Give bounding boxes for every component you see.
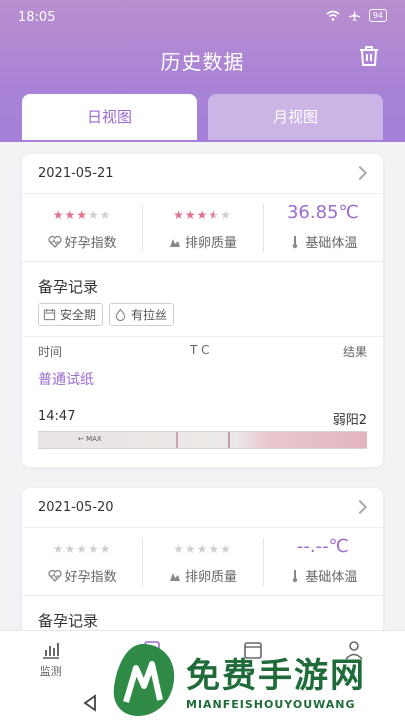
result-time: 14:47 — [38, 409, 76, 424]
heart-pulse-icon — [48, 569, 62, 582]
record-tags: 安全期 有拉丝 — [38, 303, 383, 326]
drop-icon — [115, 308, 126, 321]
pregnancy-index: ★★★★★ 好孕指数 — [22, 528, 142, 595]
record-date: 2021-05-20 — [38, 500, 114, 515]
pregnancy-index: ★★★★★ 好孕指数 — [22, 194, 142, 261]
page-title: 历史数据 — [160, 50, 245, 74]
metric-label: 好孕指数 — [64, 236, 117, 251]
strip-line — [228, 432, 230, 448]
card-date-row[interactable]: 2021-05-21 — [22, 154, 383, 194]
thermometer-icon — [293, 569, 298, 582]
col-time: 时间 — [38, 345, 63, 359]
chevron-right-icon[interactable] — [352, 499, 368, 515]
chart-icon — [42, 643, 59, 659]
test-strip-image: ← MAX — [38, 431, 367, 449]
heart-pulse-icon — [48, 235, 62, 248]
metrics-row: ★★★★★ 好孕指数 ★★★★★ 排卵质量 36.85℃ 基础体温 — [22, 194, 383, 262]
record-card[interactable]: 2021-05-20 ★★★★★ 好孕指数 ★★★★★ 排卵质量 --.--℃ — [22, 488, 383, 630]
temperature-value: 36.85℃ — [286, 202, 359, 223]
basal-temperature: 36.85℃ 基础体温 — [262, 194, 383, 261]
tab-day-view[interactable]: 日视图 — [22, 94, 197, 140]
tab-month-view[interactable]: 月视图 — [208, 94, 383, 140]
metric-label: 基础体温 — [305, 236, 358, 251]
watermark-text: 免费手游网 — [186, 656, 366, 696]
metric-label: 排卵质量 — [184, 236, 237, 251]
test-table-header: 时间 T C 结果 — [22, 337, 383, 365]
nav-item-monitor[interactable]: 监测 — [0, 631, 101, 686]
calendar-icon — [43, 308, 56, 321]
airplane-icon — [348, 9, 360, 22]
watermark-subtext: MIANFEISHOUYOUWANG — [186, 698, 356, 711]
metric-label: 排卵质量 — [184, 570, 237, 585]
watermark: 免费手游网 MIANFEISHOUYOUWANG — [108, 640, 398, 720]
strip-max-label: ← MAX — [78, 435, 102, 443]
temperature-value: --.--℃ — [296, 536, 349, 557]
tag-stretchy: 有拉丝 — [109, 303, 175, 326]
record-section-title: 备孕记录 — [38, 612, 99, 630]
watermark-logo-icon — [113, 644, 175, 716]
tag-safe-period: 安全期 — [38, 303, 104, 326]
record-card[interactable]: 2021-05-21 ★★★★★ 好孕指数 ★★★★★ 排卵质量 36.85℃ … — [22, 154, 383, 467]
star-rating: ★★★★★ — [52, 208, 112, 222]
star-rating: ★★★★★ — [173, 208, 232, 222]
metrics-row: ★★★★★ 好孕指数 ★★★★★ 排卵质量 --.--℃ 基础体温 — [22, 528, 383, 596]
test-result-row[interactable]: 14:47 弱阳2 — [22, 405, 383, 428]
col-tc: T C — [190, 343, 210, 357]
record-section-title: 备孕记录 — [38, 278, 99, 296]
header: 18:05 94 历史数据 日视图 月视图 — [0, 0, 405, 142]
star-rating: ★★★★★ — [173, 542, 232, 556]
col-result: 结果 — [342, 345, 367, 359]
paper-type: 普通试纸 — [38, 372, 94, 388]
status-bar: 18:05 94 — [0, 0, 405, 34]
wifi-icon — [326, 10, 340, 21]
chevron-right-icon[interactable] — [352, 165, 368, 181]
basal-temperature: --.--℃ 基础体温 — [262, 528, 383, 595]
back-icon[interactable] — [82, 694, 98, 712]
thermometer-icon — [293, 235, 298, 248]
star-rating: ★★★★★ — [52, 542, 112, 556]
result-value: 弱阳2 — [332, 413, 367, 428]
ovulation-quality: ★★★★★ 排卵质量 — [142, 528, 262, 595]
record-date: 2021-05-21 — [38, 166, 114, 181]
status-time: 18:05 — [18, 10, 56, 25]
battery-indicator: 94 — [368, 9, 387, 22]
card-date-row[interactable]: 2021-05-20 — [22, 488, 383, 528]
egg-quality-icon — [169, 238, 180, 247]
history-list[interactable]: 2021-05-21 ★★★★★ 好孕指数 ★★★★★ 排卵质量 36.85℃ … — [0, 142, 405, 630]
metric-label: 基础体温 — [305, 570, 358, 585]
view-tabs: 日视图 月视图 — [22, 94, 383, 140]
trash-icon[interactable] — [357, 44, 381, 68]
status-icons: 94 — [326, 9, 387, 22]
egg-quality-icon — [169, 572, 180, 581]
metric-label: 好孕指数 — [64, 570, 117, 585]
strip-line — [176, 432, 178, 448]
ovulation-quality: ★★★★★ 排卵质量 — [142, 194, 262, 261]
